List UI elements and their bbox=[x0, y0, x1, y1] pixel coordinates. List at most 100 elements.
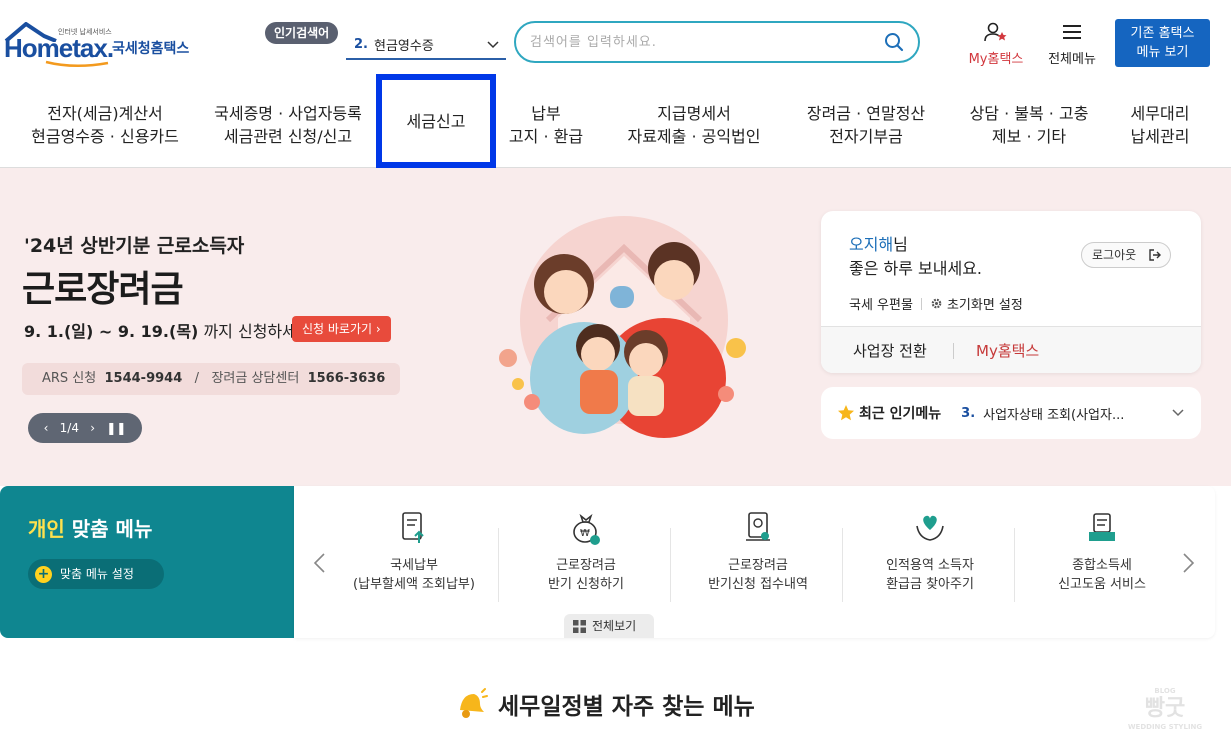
gnb-payment-statement[interactable]: 지급명세서 자료제출 · 공익법인 bbox=[612, 82, 776, 168]
quick-item-line1: 근로장려금 bbox=[728, 558, 788, 573]
main-navigation: 전자(세금)계산서 현금영수증 · 신용카드 국세증명 · 사업자등록 세금관련… bbox=[0, 74, 1231, 168]
user-name-suffix: 님 bbox=[893, 235, 908, 254]
gnb-line1: 상담 · 불복 · 고충 bbox=[969, 104, 1089, 123]
watermark-bottom: WEDDING STYLING bbox=[1127, 723, 1203, 731]
plus-icon: + bbox=[35, 566, 52, 583]
grid-icon bbox=[573, 620, 586, 633]
gnb-e-invoice[interactable]: 전자(세금)계산서 현금영수증 · 신용카드 bbox=[20, 82, 190, 168]
banner-contact: ARS 신청 1544-9944 / 장려금 상담센터 1566-3636 bbox=[22, 363, 400, 395]
apply-shortcut-label: 신청 바로가기 bbox=[302, 322, 373, 336]
my-hometax-link[interactable]: My홈택스 bbox=[976, 340, 1039, 361]
hometax-logo[interactable]: 인터넷 납세서비스 Hometax. 국세청홈택스 bbox=[4, 18, 204, 70]
main-banner: '24년 상반기분 근로소득자 근로장려금 9. 1.(일) ~ 9. 19.(… bbox=[0, 168, 1231, 486]
quick-item-line1: 인적용역 소득자 bbox=[886, 558, 974, 573]
all-menu-button[interactable]: 전체메뉴 bbox=[1040, 22, 1104, 67]
gnb-tax-agent[interactable]: 세무대리 납세관리 bbox=[1116, 82, 1204, 168]
banner-title: 근로장려금 bbox=[22, 269, 184, 310]
center-number: 1566-3636 bbox=[307, 371, 386, 386]
next-arrow-icon[interactable]: › bbox=[90, 413, 95, 443]
document-upload-icon bbox=[402, 512, 424, 543]
schedule-section-title: 세무일정별 자주 찾는 메뉴 bbox=[452, 684, 755, 724]
init-setting-link[interactable]: 초기화면 설정 bbox=[947, 294, 1023, 313]
quick-item-line1: 근로장려금 bbox=[556, 558, 616, 573]
recent-menu-rank: 3. bbox=[961, 405, 976, 421]
view-all-label: 전체보기 bbox=[592, 619, 637, 633]
gnb-line2: 납세관리 bbox=[1130, 127, 1190, 146]
pause-icon[interactable]: ❚❚ bbox=[106, 413, 126, 443]
search-input[interactable] bbox=[530, 31, 870, 53]
gear-icon bbox=[931, 298, 942, 309]
prev-arrow-icon[interactable]: ‹ bbox=[44, 413, 49, 443]
user-name: 오지해님 bbox=[849, 231, 908, 255]
personal-menu-setting-button[interactable]: + 맞춤 메뉴 설정 bbox=[28, 559, 164, 589]
quick-item[interactable]: ₩ 근로장려금 반기 신청하기 bbox=[500, 510, 672, 606]
gnb-line1: 세금신고 bbox=[406, 111, 466, 131]
gnb-line2: 고지 · 환급 bbox=[508, 127, 584, 146]
user-links: 국세 우편물 초기화면 설정 bbox=[849, 294, 1023, 313]
user-star-icon bbox=[984, 22, 1007, 42]
tray-document-icon bbox=[1089, 513, 1115, 541]
divider bbox=[498, 528, 499, 602]
gnb-tax-return[interactable]: 세금신고 bbox=[376, 74, 496, 168]
money-bag-icon: ₩ bbox=[573, 513, 600, 545]
logout-button[interactable]: 로그아웃 bbox=[1081, 242, 1171, 268]
divider bbox=[920, 297, 922, 310]
quick-item-line1: 국세납부 bbox=[390, 558, 438, 573]
bell-icon bbox=[460, 688, 488, 718]
personal-menu-title-rest: 맞춤 메뉴 bbox=[64, 517, 153, 541]
gnb-line2: 전자기부금 bbox=[829, 127, 903, 146]
view-all-tab[interactable]: 전체보기 bbox=[564, 614, 654, 638]
logo-swoosh-icon bbox=[45, 60, 109, 67]
apply-shortcut-button[interactable]: 신청 바로가기 › bbox=[292, 316, 391, 342]
banner-period: 9. 1.(일) ~ 9. 19.(목) 까지 신청하세요! bbox=[24, 318, 318, 342]
all-menu-label: 전체메뉴 bbox=[1048, 52, 1096, 67]
header: 인터넷 납세서비스 Hometax. 국세청홈택스 인기검색어 2. 현금영수증… bbox=[0, 0, 1231, 82]
personal-menu-title-highlight: 개인 bbox=[28, 517, 65, 541]
mailbox-link[interactable]: 국세 우편물 bbox=[849, 294, 913, 313]
chevron-left-icon[interactable] bbox=[312, 552, 328, 574]
quick-item[interactable]: 종합소득세 신고도움 서비스 bbox=[1016, 510, 1188, 606]
quick-item-line2: 반기 신청하기 bbox=[548, 577, 624, 592]
my-hometax-button[interactable]: My홈택스 bbox=[960, 22, 1032, 67]
blog-watermark: BLOG 빵굿 WEDDING STYLING bbox=[1120, 686, 1210, 740]
ars-number: 1544-9944 bbox=[104, 371, 183, 386]
user-card-footer: 사업장 전환 My홈택스 bbox=[821, 326, 1201, 373]
recent-popular-menu[interactable]: 최근 인기메뉴 3. 사업자상태 조회(사업자... bbox=[821, 387, 1201, 439]
quick-item[interactable]: 근로장려금 반기신청 접수내역 bbox=[672, 510, 844, 606]
gnb-payment[interactable]: 납부 고지 · 환급 bbox=[500, 82, 592, 168]
gnb-line1: 장려금 · 연말정산 bbox=[806, 104, 926, 123]
user-greeting: 좋은 하루 보내세요. bbox=[849, 259, 983, 278]
ars-label: ARS 신청 bbox=[42, 371, 97, 386]
popular-search-badge: 인기검색어 bbox=[265, 22, 339, 44]
star-icon bbox=[838, 405, 854, 421]
search-icon[interactable] bbox=[884, 32, 904, 52]
chevron-down-icon bbox=[1172, 409, 1184, 417]
gnb-line1: 국세증명 · 사업자등록 bbox=[214, 104, 362, 123]
search-box bbox=[514, 21, 920, 63]
chevron-down-icon bbox=[487, 41, 499, 49]
gnb-incentive[interactable]: 장려금 · 연말정산 전자기부금 bbox=[792, 82, 940, 168]
hamburger-icon bbox=[1063, 25, 1081, 39]
gnb-counseling[interactable]: 상담 · 불복 · 고충 제보 · 기타 bbox=[955, 82, 1103, 168]
family-illustration bbox=[499, 216, 746, 438]
divider bbox=[670, 528, 671, 602]
recent-menu-item: 사업자상태 조회(사업자... bbox=[983, 407, 1125, 423]
quick-item[interactable]: 인적용역 소득자 환급금 찾아주기 bbox=[844, 510, 1016, 606]
switch-business-button[interactable]: 사업장 전환 bbox=[853, 340, 927, 361]
pager-count: 1/4 bbox=[59, 421, 79, 435]
recent-menu-title: 최근 인기메뉴 bbox=[859, 406, 942, 422]
popular-search-select[interactable]: 2. 현금영수증 bbox=[346, 30, 506, 60]
quick-item[interactable]: 국세납부 (납부할세액 조회납부) bbox=[328, 510, 500, 606]
chevron-right-icon: › bbox=[375, 322, 381, 336]
legacy-menu-button[interactable]: 기존 홈택스 메뉴 보기 bbox=[1115, 19, 1210, 67]
legacy-menu-line2: 메뉴 보기 bbox=[1136, 45, 1189, 60]
logout-icon bbox=[1149, 249, 1161, 261]
user-card: 오지해님 좋은 하루 보내세요. 로그아웃 국세 우편물 초기화면 설정 사업장… bbox=[821, 211, 1201, 373]
logo-service-name: 국세청홈택스 bbox=[112, 41, 190, 57]
chevron-right-icon[interactable] bbox=[1180, 552, 1196, 574]
watermark-main: 빵굿 bbox=[1144, 696, 1186, 721]
gnb-line1: 세무대리 bbox=[1130, 104, 1190, 123]
banner-subtitle: '24년 상반기분 근로소득자 bbox=[24, 235, 245, 257]
divider bbox=[1014, 528, 1015, 602]
gnb-certificate[interactable]: 국세증명 · 사업자등록 세금관련 신청/신고 bbox=[203, 82, 373, 168]
